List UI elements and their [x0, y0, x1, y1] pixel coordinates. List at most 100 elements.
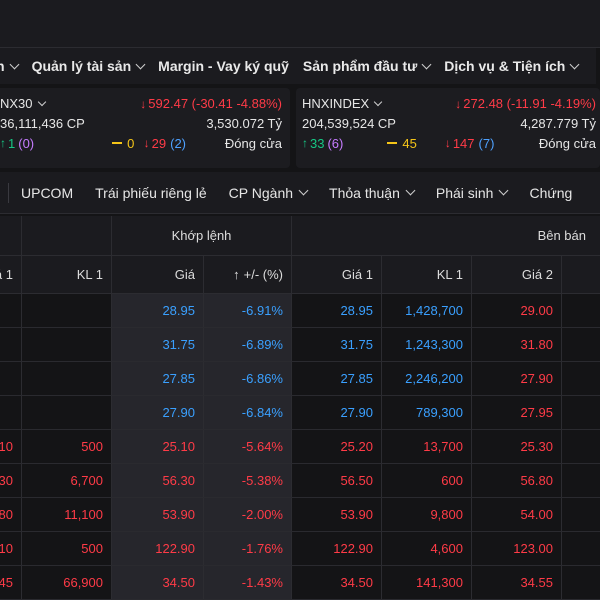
table-row[interactable]: 10 500 122.90 -1.76% 122.90 4,600 123.00 [0, 532, 600, 566]
col-header-gia1-buy[interactable]: iá 1 [0, 256, 22, 293]
main-menu-item[interactable]: Margin - Vay ký quỹ [158, 58, 289, 74]
cell-gia2-sell: 54.00 [472, 498, 562, 531]
col-header-gia[interactable]: Giá [112, 256, 204, 293]
chevron-down-icon [135, 59, 146, 69]
cell-gia1-sell: 27.85 [292, 362, 382, 395]
chevron-down-icon [499, 185, 509, 196]
cell-gia1-buy [0, 396, 22, 429]
market-tab[interactable]: Phái sinh [435, 184, 509, 201]
cell-spacer [562, 294, 600, 327]
table-row[interactable]: 30 6,700 56.30 -5.38% 56.50 600 56.80 [0, 464, 600, 498]
cell-gia2-sell: 31.80 [472, 328, 562, 361]
cell-kl1-buy [22, 294, 112, 327]
cell-gia: 28.95 [112, 294, 204, 327]
market-tab[interactable]: Chứng [529, 185, 572, 201]
col-header-change-pct-label: +/- (%) [243, 267, 283, 282]
market-tab-label: Phái sinh [435, 184, 494, 201]
col-header-change-pct[interactable]: ↑ +/- (%) [204, 256, 292, 293]
header-spacer [0, 216, 22, 255]
cell-gia1-buy: 10 [0, 430, 22, 463]
cell-kl1-buy [22, 396, 112, 429]
cell-gia2-sell: 123.00 [472, 532, 562, 565]
main-menu-item-label: Margin - Vay ký quỹ [158, 58, 289, 74]
arrow-down-icon: ↓ [140, 96, 147, 111]
col-header-kl1-sell[interactable]: KL 1 [382, 256, 472, 293]
ceiling-count: (6) [327, 135, 344, 151]
main-menu-item[interactable]: n [0, 58, 20, 74]
index-volume: 36,111,436 CP [0, 115, 85, 131]
index-card-right[interactable]: HNXINDEX ↓ 272.48 (-11.91 -4.19%) 204,539… [296, 88, 600, 168]
cell-gia1-buy: 45 [0, 566, 22, 599]
main-menu-item[interactable]: Dịch vụ & Tiện ích [444, 58, 580, 74]
main-menu-item[interactable]: Sản phẩm đầu tư [303, 58, 432, 74]
tab-divider [8, 182, 9, 203]
chevron-down-icon [373, 97, 383, 106]
market-tab-label: Trái phiếu riêng lẻ [95, 184, 207, 201]
unchanged-icon [387, 142, 398, 144]
cell-gia: 27.90 [112, 396, 204, 429]
index-name: NX30 [0, 95, 33, 111]
table-row[interactable]: 27.85 -6.86% 27.85 2,246,200 27.90 [0, 362, 600, 396]
cell-kl1-buy [22, 362, 112, 395]
market-tab[interactable]: Thỏa thuận [329, 185, 416, 201]
index-value: 4,287.779 Tỷ [520, 115, 596, 131]
cell-gia: 25.10 [112, 430, 204, 463]
chevron-down-icon [9, 59, 20, 69]
cell-change-pct: -1.76% [204, 532, 292, 565]
main-menu-item-label: Dịch vụ & Tiện ích [444, 58, 566, 74]
cell-change-pct: -6.84% [204, 396, 292, 429]
main-menu-item-label: n [0, 58, 5, 74]
decliners-count: 147 [452, 135, 475, 151]
table-row[interactable]: 10 500 25.10 -5.64% 25.20 13,700 25.30 [0, 430, 600, 464]
cell-gia: 56.30 [112, 464, 204, 497]
advancers-count: 33 [310, 135, 325, 151]
cell-gia2-sell: 25.30 [472, 430, 562, 463]
cell-gia2-sell: 27.90 [472, 362, 562, 395]
table-row[interactable]: 80 11,100 53.90 -2.00% 53.90 9,800 54.00 [0, 498, 600, 532]
col-header-gia1-sell[interactable]: Giá 1 [292, 256, 382, 293]
cell-spacer [562, 362, 600, 395]
cell-gia1-sell: 34.50 [292, 566, 382, 599]
main-menu-item[interactable]: Quản lý tài sản [31, 58, 146, 74]
market-tab[interactable]: Trái phiếu riêng lẻ [95, 185, 207, 201]
index-value: 3,530.072 Tỷ [206, 115, 282, 131]
cell-kl1-buy: 66,900 [22, 566, 112, 599]
unchanged-count: 45 [402, 135, 417, 151]
cell-gia1-sell: 31.75 [292, 328, 382, 361]
cell-change-pct: -6.86% [204, 362, 292, 395]
cell-kl1-buy [22, 328, 112, 361]
cell-kl1-sell: 600 [382, 464, 472, 497]
cell-spacer [562, 464, 600, 497]
cell-change-pct: -5.38% [204, 464, 292, 497]
table-column-header: iá 1 KL 1 Giá ↑ +/- (%) Giá 1 KL 1 Giá 2 [0, 256, 600, 294]
cell-change-pct: -6.91% [204, 294, 292, 327]
group-header-khop-lenh: Khớp lệnh [112, 216, 292, 255]
cell-gia1-buy: 10 [0, 532, 22, 565]
cell-kl1-sell: 4,600 [382, 532, 472, 565]
market-status: Đóng cửa [538, 135, 596, 151]
table-row[interactable]: 45 66,900 34.50 -1.43% 34.50 141,300 34.55 [0, 566, 600, 600]
cell-gia: 31.75 [112, 328, 204, 361]
chevron-down-icon [421, 59, 432, 69]
index-name: HNXINDEX [302, 95, 370, 111]
table-row[interactable]: 28.95 -6.91% 28.95 1,428,700 29.00 [0, 294, 600, 328]
cell-gia1-sell: 25.20 [292, 430, 382, 463]
floor-count: (7) [478, 135, 495, 151]
cell-kl1-buy: 500 [22, 532, 112, 565]
col-header-gia2-sell[interactable]: Giá 2 [472, 256, 562, 293]
market-tab[interactable]: UPCOM [21, 185, 73, 201]
cell-gia2-sell: 56.80 [472, 464, 562, 497]
col-header-kl1-buy[interactable]: KL 1 [22, 256, 112, 293]
arrow-down-icon: ↓ [444, 136, 451, 150]
cell-spacer [562, 396, 600, 429]
index-card-left[interactable]: NX30 ↓ 592.47 (-30.41 -4.88%) 36,111,436 … [0, 88, 290, 168]
cell-gia1-sell: 28.95 [292, 294, 382, 327]
header-spacer [22, 216, 112, 255]
table-row[interactable]: 27.90 -6.84% 27.90 789,300 27.95 [0, 396, 600, 430]
table-row[interactable]: 31.75 -6.89% 31.75 1,243,300 31.80 [0, 328, 600, 362]
arrow-up-icon: ↑ [302, 136, 308, 150]
cell-kl1-sell: 141,300 [382, 566, 472, 599]
main-menu-item-label: Quản lý tài sản [31, 58, 132, 74]
market-tab[interactable]: CP Ngành [229, 185, 309, 201]
cell-kl1-sell: 1,243,300 [382, 328, 472, 361]
